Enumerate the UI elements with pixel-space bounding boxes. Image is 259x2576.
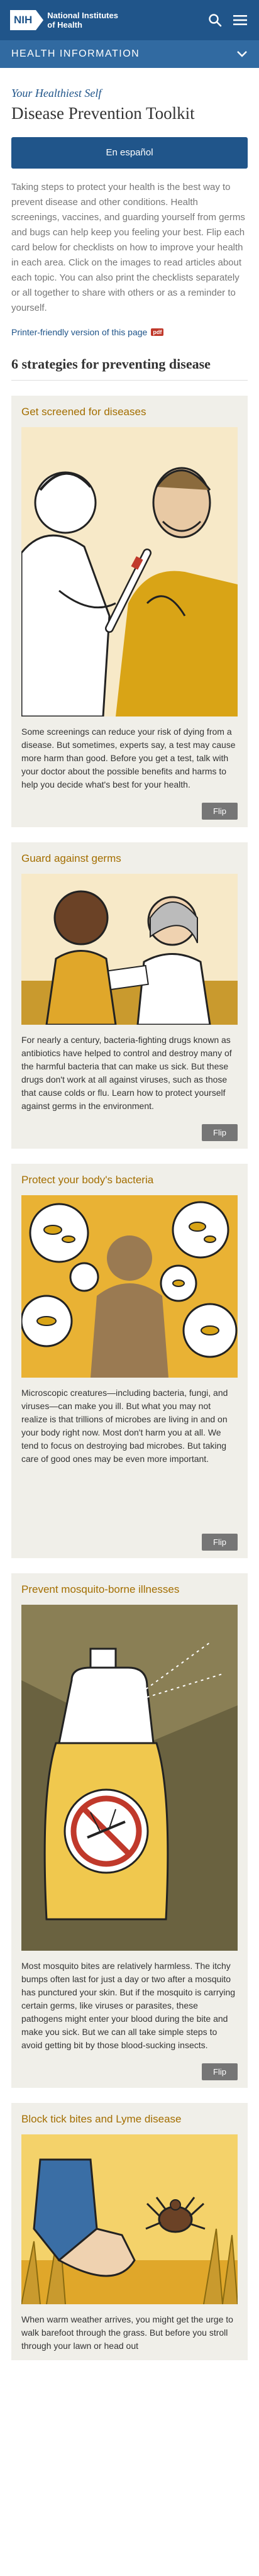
health-information-label: HEALTH INFORMATION [11, 48, 140, 59]
flip-button[interactable]: Flip [202, 803, 238, 820]
tick-illustration[interactable] [21, 2134, 238, 2304]
bacteria-illustration[interactable] [21, 1195, 238, 1378]
card-germs[interactable]: Guard against germs For nearly a century… [11, 842, 248, 1149]
page-title: Disease Prevention Toolkit [11, 104, 195, 123]
card-text: Microscopic creatures—including bacteria… [21, 1388, 228, 1464]
mosquito-illustration[interactable] [21, 1605, 238, 1951]
card-title: Get screened for diseases [21, 406, 146, 418]
card-text: Most mosquito bites are relatively harml… [21, 1961, 236, 2050]
card-title: Prevent mosquito-borne illnesses [21, 1583, 180, 1595]
card-text: When warm weather arrives, you might get… [21, 2314, 233, 2351]
print-link-row[interactable]: Printer-friendly version of this page pd… [11, 327, 248, 337]
nih-logo-text: National Institutes of Health [47, 11, 118, 30]
card-tick[interactable]: Block tick bites and Lyme disease When w… [11, 2103, 248, 2360]
card-text: For nearly a century, bacteria-fighting … [21, 1035, 232, 1111]
site-header: NIH National Institutes of Health [0, 0, 259, 40]
page-kicker: Your Healthiest Self [11, 87, 102, 99]
card-title: Guard against germs [21, 852, 121, 864]
pdf-badge: pdf [151, 328, 164, 336]
card-text: Some screenings can reduce your risk of … [21, 727, 236, 789]
germs-illustration[interactable] [21, 874, 238, 1025]
card-screening[interactable]: Get screened for diseases Some screening… [11, 396, 248, 827]
health-information-bar[interactable]: HEALTH INFORMATION [0, 40, 259, 68]
nih-logo-mark: NIH [10, 10, 44, 30]
card-bacteria[interactable]: Protect your body's bacteria Microscopic… [11, 1164, 248, 1558]
chevron-down-icon[interactable] [236, 48, 248, 60]
flip-button[interactable]: Flip [202, 1124, 238, 1141]
intro-paragraph: Taking steps to protect your health is t… [11, 182, 245, 313]
espanol-button[interactable]: En español [11, 137, 248, 169]
flip-button[interactable]: Flip [202, 2063, 238, 2080]
flip-button[interactable]: Flip [202, 1534, 238, 1551]
logo-line-1: National Institutes [47, 11, 118, 20]
printer-friendly-link[interactable]: Printer-friendly version of this page [11, 327, 147, 337]
hamburger-menu-icon[interactable] [231, 11, 249, 29]
nih-logo[interactable]: NIH National Institutes of Health [10, 10, 118, 30]
card-title: Protect your body's bacteria [21, 1174, 154, 1186]
card-mosquito[interactable]: Prevent mosquito-borne illnesses Most mo… [11, 1573, 248, 2088]
strategies-heading: 6 strategies for preventing disease [11, 356, 248, 381]
logo-line-2: of Health [47, 20, 82, 30]
main-content: Your Healthiest Self Disease Prevention … [0, 87, 259, 2360]
search-icon[interactable] [206, 11, 224, 29]
card-title: Block tick bites and Lyme disease [21, 2113, 182, 2125]
screening-illustration[interactable] [21, 427, 238, 716]
